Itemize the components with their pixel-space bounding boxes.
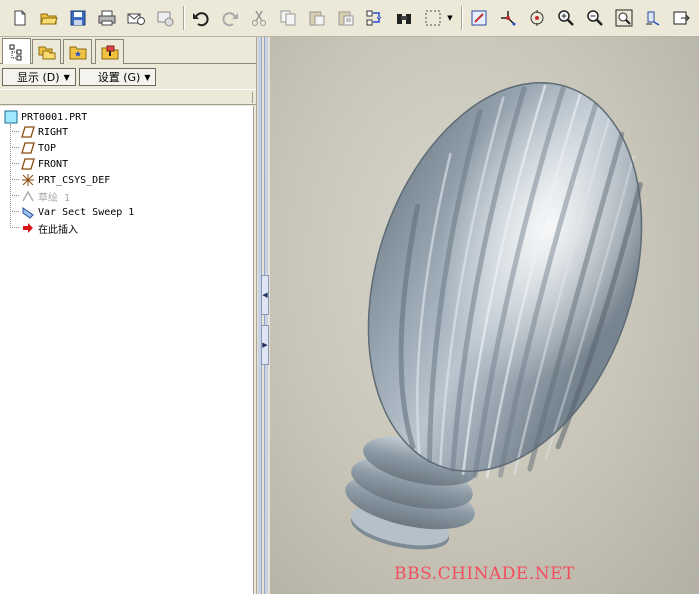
toolbar-separator — [461, 6, 462, 30]
part-model-render — [345, 81, 643, 550]
tree-item-insert-here[interactable]: 在此插入 — [20, 220, 78, 236]
tree-item-sweep[interactable]: Var Sect Sweep 1 — [20, 204, 134, 220]
tree-connector — [10, 211, 19, 212]
tree-item-label: 在此插入 — [38, 224, 78, 236]
print-icon[interactable] — [95, 6, 119, 30]
expand-right-icon[interactable]: ▶ — [261, 325, 269, 365]
new-file-icon[interactable] — [8, 6, 32, 30]
saved-views-icon[interactable] — [670, 6, 694, 30]
sweep-feature-icon — [20, 205, 36, 219]
model-tree-icon — [9, 44, 21, 60]
tree-connector — [10, 195, 19, 196]
tree-root-node[interactable]: PRT0001.PRT — [3, 109, 87, 125]
settings-menu-label: 设置 (G) — [97, 71, 141, 84]
connections-tab[interactable] — [95, 39, 124, 64]
close-window-icon[interactable] — [153, 6, 177, 30]
splitter-bar — [258, 37, 262, 594]
navigator-panel: 显示 (D) ▼ 设置 (G) ▼ PRT0001.PRT RIGHT TOP — [0, 37, 256, 594]
chevron-down-icon: ▼ — [144, 72, 151, 82]
send-mail-icon[interactable] — [124, 6, 148, 30]
collapse-left-icon[interactable]: ◀ — [261, 275, 269, 315]
refit-icon[interactable] — [612, 6, 636, 30]
tree-item-label: FRONT — [38, 158, 69, 170]
tree-item-label: Var Sect Sweep 1 — [38, 206, 135, 218]
tree-connector — [10, 227, 19, 228]
tree-item-right[interactable]: RIGHT — [20, 124, 68, 140]
tree-item-sketch[interactable]: 草绘 1 — [20, 188, 70, 204]
reorient-icon[interactable] — [641, 6, 665, 30]
connections-icon — [101, 45, 118, 60]
show-menu-label: 显示 (D) — [17, 71, 60, 84]
sketch-icon — [20, 189, 36, 203]
save-icon[interactable] — [66, 6, 90, 30]
tree-item-front[interactable]: FRONT — [20, 156, 68, 172]
model-body — [367, 81, 643, 479]
repaint-icon[interactable] — [467, 6, 491, 30]
tree-item-csys[interactable]: PRT_CSYS_DEF — [20, 172, 110, 188]
graphics-viewport[interactable]: BBS.CHINADE.NET — [270, 37, 699, 594]
paste-icon[interactable] — [305, 6, 329, 30]
select-box-icon[interactable] — [421, 6, 445, 30]
orient-mode-icon[interactable] — [525, 6, 549, 30]
datum-plane-icon — [20, 157, 36, 171]
datum-plane-icon — [20, 125, 36, 139]
tree-item-label: PRT_CSYS_DEF — [38, 174, 111, 186]
select-dropdown-arrow[interactable]: ▼ — [446, 6, 454, 30]
copy-icon[interactable] — [276, 6, 300, 30]
zoom-out-icon[interactable] — [583, 6, 607, 30]
panel-splitter[interactable]: ◀ ▶ — [256, 37, 270, 594]
tree-column-header[interactable] — [0, 89, 256, 105]
open-folder-icon[interactable] — [37, 6, 61, 30]
tree-item-label: TOP — [38, 142, 57, 154]
tree-root-label: PRT0001.PRT — [21, 111, 88, 123]
tree-connector — [10, 179, 19, 180]
cut-icon[interactable] — [247, 6, 271, 30]
model-tree-tab[interactable] — [2, 38, 31, 64]
regenerate-icon[interactable] — [363, 6, 387, 30]
zoom-in-icon[interactable] — [554, 6, 578, 30]
navigator-menus: 显示 (D) ▼ 设置 (G) ▼ — [0, 65, 256, 89]
folder-browser-icon — [38, 46, 55, 60]
coordinate-system-icon — [20, 173, 36, 187]
show-menu-button[interactable]: 显示 (D) ▼ — [2, 68, 76, 86]
paste-special-icon[interactable] — [334, 6, 358, 30]
favorites-icon — [69, 46, 86, 60]
spin-center-icon[interactable] — [496, 6, 520, 30]
chevron-down-icon: ▼ — [63, 72, 70, 82]
folder-browser-tab[interactable] — [32, 39, 61, 64]
datum-plane-icon — [20, 141, 36, 155]
undo-icon[interactable] — [189, 6, 213, 30]
tree-connector — [10, 163, 19, 164]
watermark-text: BBS.CHINADE.NET — [394, 564, 575, 584]
splitter-bar — [264, 37, 268, 594]
redo-icon[interactable] — [218, 6, 242, 30]
main-toolbar: ▼ — [0, 0, 699, 37]
model-tree[interactable]: PRT0001.PRT RIGHT TOP FRONT PRT_CSYS_DEF… — [0, 106, 254, 594]
insert-here-arrow-icon — [20, 221, 36, 235]
tree-connector — [10, 131, 19, 132]
toolbar-separator — [183, 6, 184, 30]
navigator-tabs — [0, 37, 256, 64]
settings-menu-button[interactable]: 设置 (G) ▼ — [78, 68, 157, 86]
tree-connector — [10, 147, 19, 148]
part-icon — [3, 110, 19, 124]
tree-item-label: 草绘 1 — [38, 192, 71, 204]
tree-item-label: RIGHT — [38, 126, 69, 138]
tree-connector — [10, 124, 11, 228]
tree-item-top[interactable]: TOP — [20, 140, 56, 156]
find-binoculars-icon[interactable] — [392, 6, 416, 30]
favorites-tab[interactable] — [63, 39, 92, 64]
